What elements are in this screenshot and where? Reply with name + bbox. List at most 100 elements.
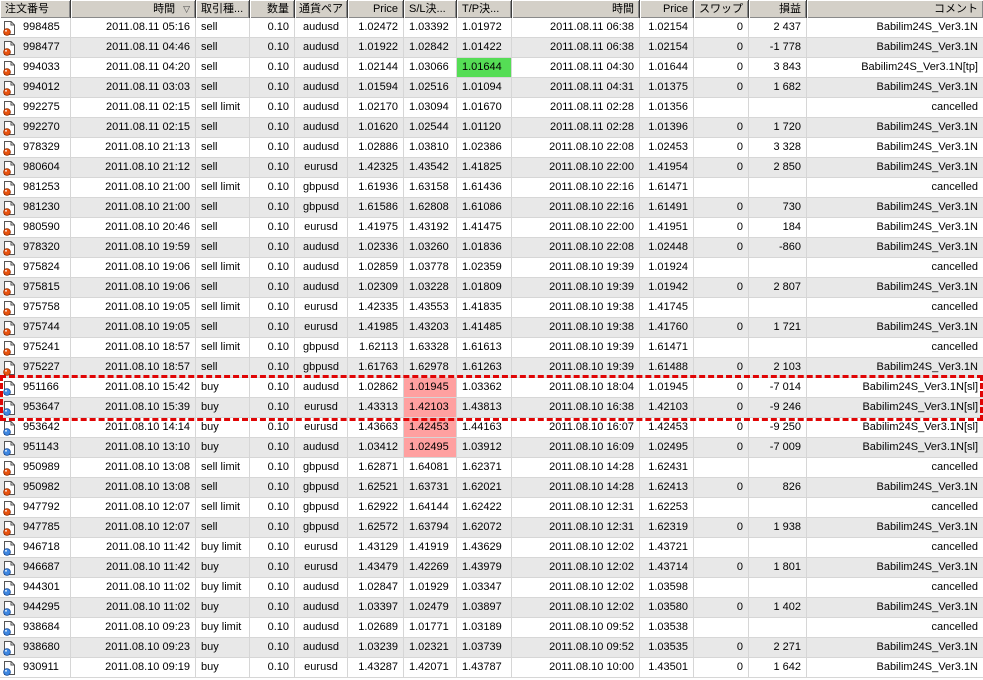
column-header-pair[interactable]: 通貨ペア (295, 0, 348, 18)
table-row[interactable]: 994012 2011.08.11 03:03 sell 0.10 audusd 1.01… (0, 78, 983, 98)
table-row[interactable]: 992275 2011.08.11 02:15 sell limit 0.10 audu… (0, 98, 983, 118)
cell-type: buy (196, 418, 250, 438)
table-row[interactable]: 975744 2011.08.10 19:05 sell 0.10 eurusd 1.41… (0, 318, 983, 338)
table-row[interactable]: 938680 2011.08.10 09:23 buy 0.10 audusd 1.032… (0, 638, 983, 658)
cell-type: buy limit (196, 618, 250, 638)
sell-order-icon (3, 180, 16, 196)
table-row[interactable]: 992270 2011.08.11 02:15 sell 0.10 audusd 1.01… (0, 118, 983, 138)
cell-open_price: 1.02862 (348, 378, 404, 398)
cell-open_price: 1.43663 (348, 418, 404, 438)
table-header: 注文番号 時間 ▽ 取引種... 数量 通貨ペア Price S/L決... T/… (0, 0, 983, 18)
cell-sl: 1.03066 (404, 58, 457, 78)
table-row[interactable]: 975241 2011.08.10 18:57 sell limit 0.10 gbpu… (0, 338, 983, 358)
table-row[interactable]: 975758 2011.08.10 19:05 sell limit 0.10 euru… (0, 298, 983, 318)
order-number: 980604 (23, 161, 60, 173)
table-row[interactable]: 930911 2011.08.10 09:19 buy 0.10 eurusd 1.432… (0, 658, 983, 678)
cell-pair: eurusd (295, 418, 348, 438)
column-header-swap[interactable]: スワップ (694, 0, 749, 18)
cell-comment: Babilim24S_Ver3.1N (807, 238, 983, 258)
table-row[interactable]: 975815 2011.08.10 19:06 sell 0.10 audusd 1.02… (0, 278, 983, 298)
order-number: 951143 (23, 441, 59, 453)
cell-profit: 1 721 (749, 318, 807, 338)
cell-comment: cancelled (807, 98, 983, 118)
cell-profit: 2 850 (749, 158, 807, 178)
cell-close_time: 2011.08.10 22:16 (512, 198, 640, 218)
cell-tp: 1.43813 (457, 398, 512, 418)
cell-volume: 0.10 (250, 498, 295, 518)
column-header-profit[interactable]: 損益 (749, 0, 807, 18)
cell-open_price: 1.62572 (348, 518, 404, 538)
table-row[interactable]: 978329 2011.08.10 21:13 sell 0.10 audusd 1.02… (0, 138, 983, 158)
cell-open_price: 1.01922 (348, 38, 404, 58)
sell-order-icon (3, 240, 16, 256)
cell-close_price: 1.02448 (640, 238, 694, 258)
cell-close_price: 1.61491 (640, 198, 694, 218)
table-row[interactable]: 947792 2011.08.10 12:07 sell limit 0.10 gbpu… (0, 498, 983, 518)
table-row[interactable]: 953647 2011.08.10 15:39 buy 0.10 eurusd 1.433… (0, 398, 983, 418)
column-header-open-time[interactable]: 時間 ▽ (71, 0, 196, 18)
table-row[interactable]: 975824 2011.08.10 19:06 sell limit 0.10 audu… (0, 258, 983, 278)
column-header-volume[interactable]: 数量 (250, 0, 295, 18)
cell-swap: 0 (694, 438, 749, 458)
cell-tp: 1.43787 (457, 658, 512, 678)
cell-type: sell limit (196, 298, 250, 318)
table-row[interactable]: 951143 2011.08.10 13:10 buy 0.10 audusd 1.034… (0, 438, 983, 458)
column-header-close-price[interactable]: Price (640, 0, 694, 18)
cell-comment: cancelled (807, 498, 983, 518)
cell-tp: 1.62021 (457, 478, 512, 498)
column-header-label: スワップ (699, 2, 743, 15)
cell-close_price: 1.62253 (640, 498, 694, 518)
table-row[interactable]: 944301 2011.08.10 11:02 buy limit 0.10 audus… (0, 578, 983, 598)
cell-sl: 1.64144 (404, 498, 457, 518)
cell-pair: eurusd (295, 158, 348, 178)
cell-open_time: 2011.08.10 20:46 (71, 218, 196, 238)
cell-pair: audusd (295, 638, 348, 658)
table-row[interactable]: 998485 2011.08.11 05:16 sell 0.10 audusd 1.02… (0, 18, 983, 38)
table-row[interactable]: 950982 2011.08.10 13:08 sell 0.10 gbpusd 1.62… (0, 478, 983, 498)
table-row[interactable]: 998477 2011.08.11 04:46 sell 0.10 audusd 1.01… (0, 38, 983, 58)
cell-open_time: 2011.08.10 09:19 (71, 658, 196, 678)
table-row[interactable]: 981253 2011.08.10 21:00 sell limit 0.10 gbpu… (0, 178, 983, 198)
cell-pair: audusd (295, 578, 348, 598)
cell-profit (749, 538, 807, 558)
cell-sl: 1.41919 (404, 538, 457, 558)
column-header-open-price[interactable]: Price (348, 0, 404, 18)
table-row[interactable]: 981230 2011.08.10 21:00 sell 0.10 gbpusd 1.61… (0, 198, 983, 218)
cell-close_time: 2011.08.10 19:39 (512, 258, 640, 278)
cell-comment: Babilim24S_Ver3.1N (807, 518, 983, 538)
sell-order-icon (3, 460, 16, 476)
cell-volume: 0.10 (250, 278, 295, 298)
table-row[interactable]: 975227 2011.08.10 18:57 sell 0.10 gbpusd 1.61… (0, 358, 983, 378)
cell-open_price: 1.02886 (348, 138, 404, 158)
table-row[interactable]: 980604 2011.08.10 21:12 sell 0.10 eurusd 1.42… (0, 158, 983, 178)
column-header-sl[interactable]: S/L決... (404, 0, 457, 18)
table-row[interactable]: 938684 2011.08.10 09:23 buy limit 0.10 audus… (0, 618, 983, 638)
cell-close_price: 1.01396 (640, 118, 694, 138)
column-header-comment[interactable]: コメント (807, 0, 983, 18)
column-header-close-time[interactable]: 時間 (512, 0, 640, 18)
table-row[interactable]: 950989 2011.08.10 13:08 sell limit 0.10 gbpu… (0, 458, 983, 478)
table-row[interactable]: 978320 2011.08.10 19:59 sell 0.10 audusd 1.02… (0, 238, 983, 258)
cell-pair: audusd (295, 378, 348, 398)
column-header-tp[interactable]: T/P決... (457, 0, 512, 18)
table-row[interactable]: 944295 2011.08.10 11:02 buy 0.10 audusd 1.033… (0, 598, 983, 618)
table-row[interactable]: 980590 2011.08.10 20:46 sell 0.10 eurusd 1.41… (0, 218, 983, 238)
cell-close_time: 2011.08.10 19:38 (512, 298, 640, 318)
cell-close_price: 1.03580 (640, 598, 694, 618)
cell-swap: 0 (694, 238, 749, 258)
cell-swap (694, 458, 749, 478)
column-header-type[interactable]: 取引種... (196, 0, 250, 18)
table-row[interactable]: 994033 2011.08.11 04:20 sell 0.10 audusd 1.02… (0, 58, 983, 78)
cell-profit: 3 328 (749, 138, 807, 158)
cell-close_time: 2011.08.10 14:28 (512, 478, 640, 498)
cell-order: 953642 (0, 418, 71, 438)
cell-volume: 0.10 (250, 218, 295, 238)
table-row[interactable]: 946718 2011.08.10 11:42 buy limit 0.10 eurus… (0, 538, 983, 558)
cell-sl: 1.62808 (404, 198, 457, 218)
cell-type: sell (196, 218, 250, 238)
table-row[interactable]: 953642 2011.08.10 14:14 buy 0.10 eurusd 1.436… (0, 418, 983, 438)
table-row[interactable]: 947785 2011.08.10 12:07 sell 0.10 gbpusd 1.62… (0, 518, 983, 538)
table-row[interactable]: 951166 2011.08.10 15:42 buy 0.10 audusd 1.028… (0, 378, 983, 398)
column-header-order[interactable]: 注文番号 (0, 0, 71, 18)
table-row[interactable]: 946687 2011.08.10 11:42 buy 0.10 eurusd 1.434… (0, 558, 983, 578)
